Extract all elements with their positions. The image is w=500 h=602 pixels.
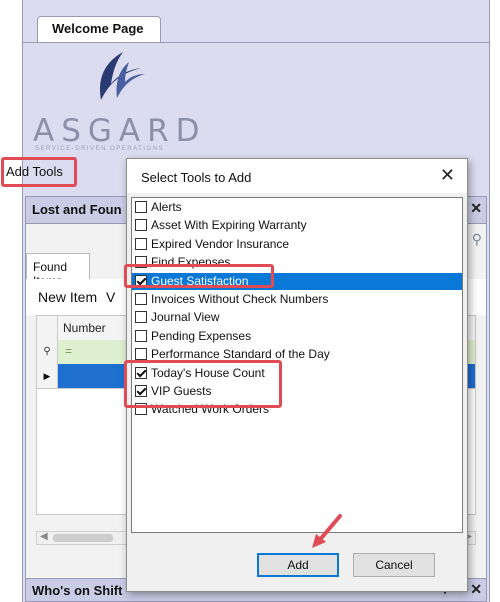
logo-wordmark: ASGARD bbox=[33, 113, 207, 149]
asgard-logo-icon bbox=[99, 52, 145, 100]
dialog-footer: Add Cancel bbox=[127, 537, 467, 591]
close-icon[interactable]: ✕ bbox=[440, 165, 455, 186]
tool-checkbox[interactable] bbox=[135, 293, 147, 305]
filter-icon: ⚲ bbox=[37, 340, 58, 364]
tool-list-item[interactable]: Alerts bbox=[132, 199, 462, 216]
new-item-button[interactable]: New Item bbox=[38, 289, 97, 305]
add-tools-highlight bbox=[1, 157, 77, 187]
tool-checkbox[interactable] bbox=[135, 201, 147, 213]
row-header-cell bbox=[37, 316, 58, 340]
tool-list-item[interactable]: Pending Expenses bbox=[132, 328, 462, 345]
tab-found-items[interactable]: Found Items bbox=[26, 253, 90, 288]
column-header-number[interactable]: Number bbox=[63, 321, 106, 335]
tab-label: Welcome Page bbox=[52, 21, 144, 36]
add-button[interactable]: Add bbox=[257, 553, 339, 577]
tab-welcome-page[interactable]: Welcome Page bbox=[37, 16, 161, 42]
tool-list-item[interactable]: Journal View bbox=[132, 309, 462, 326]
lost-and-found-title: Lost and Foun bbox=[32, 202, 122, 217]
row-indicator-icon: ▶ bbox=[37, 364, 58, 388]
search-icon[interactable]: ⚲ bbox=[472, 231, 482, 248]
tool-label: Expired Vendor Insurance bbox=[151, 236, 290, 251]
tool-checkbox[interactable] bbox=[135, 348, 147, 361]
checked-items-highlight bbox=[124, 360, 282, 408]
tool-label: Journal View bbox=[151, 310, 220, 325]
tool-checkbox[interactable] bbox=[135, 237, 147, 250]
tool-checkbox[interactable] bbox=[135, 329, 147, 342]
scroll-left-icon[interactable]: ◀ bbox=[40, 531, 48, 542]
tool-label: Pending Expenses bbox=[151, 328, 252, 343]
tool-list-item[interactable]: Asset With Expiring Warranty bbox=[132, 217, 462, 234]
toolbar-item-partial[interactable]: V bbox=[106, 289, 115, 305]
tool-label: Invoices Without Check Numbers bbox=[151, 292, 329, 306]
tab-strip: Welcome Page bbox=[23, 0, 489, 43]
pointer-arrow-icon bbox=[312, 514, 342, 548]
dialog-title: Select Tools to Add bbox=[141, 170, 252, 185]
tool-list-item[interactable]: Expired Vendor Insurance bbox=[132, 236, 462, 253]
tool-label: Alerts bbox=[151, 200, 182, 214]
tool-checkbox[interactable] bbox=[135, 219, 147, 232]
dialog-titlebar: Select Tools to Add ✕ bbox=[127, 159, 467, 193]
logo-tagline: SERVICE-DRIVEN OPERATIONS bbox=[35, 146, 164, 152]
whos-on-shift-title: Who's on Shift bbox=[32, 583, 123, 598]
scroll-thumb[interactable] bbox=[53, 534, 113, 542]
close-icon[interactable]: ✕ bbox=[470, 200, 482, 217]
guest-satisfaction-highlight bbox=[124, 264, 274, 288]
tool-checkbox[interactable] bbox=[135, 311, 147, 324]
tool-list-item[interactable]: Invoices Without Check Numbers bbox=[132, 291, 462, 308]
logo-area: ASGARD SERVICE-DRIVEN OPERATIONS bbox=[23, 43, 489, 156]
tool-label: Asset With Expiring Warranty bbox=[151, 218, 307, 233]
filter-operator[interactable]: = bbox=[65, 344, 72, 358]
cancel-button[interactable]: Cancel bbox=[353, 553, 435, 577]
